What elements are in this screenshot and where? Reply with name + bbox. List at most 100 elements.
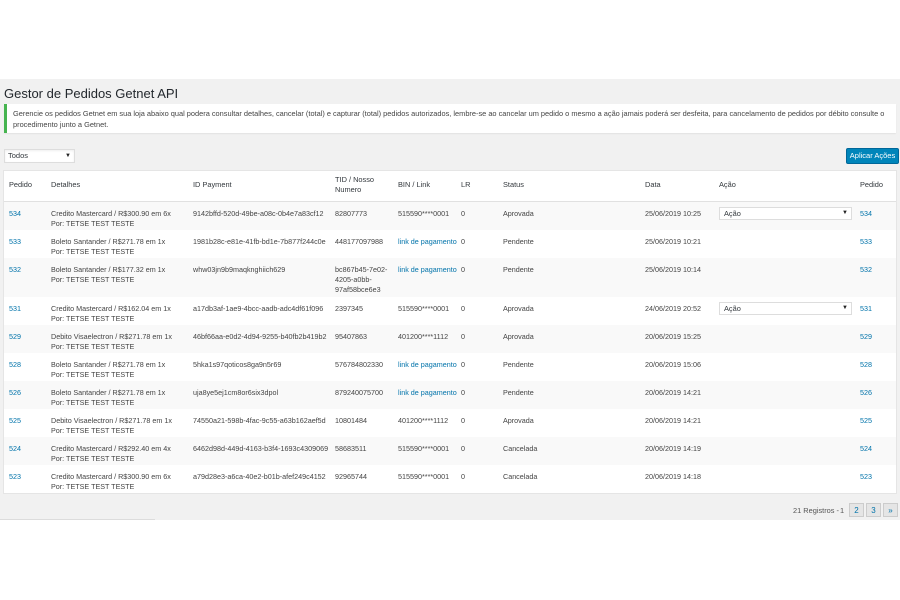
order-date: 25/06/2019 10:25 (645, 209, 701, 218)
bin-number: 515590****0001 (398, 444, 450, 453)
order-date: 25/06/2019 10:21 (645, 237, 701, 246)
order-id-link-right[interactable]: 529 (860, 332, 872, 342)
order-status: Aprovada (503, 416, 534, 425)
bin-number: 515590****0001 (398, 472, 450, 481)
order-id-link[interactable]: 533 (9, 237, 21, 247)
orders-table: Pedido Detalhes ID Payment TID / Nosso N… (3, 170, 897, 494)
notice-text: Gerencie os pedidos Getnet em sua loja a… (13, 109, 885, 129)
next-page-button[interactable]: » (883, 503, 898, 517)
order-id-link-right[interactable]: 524 (860, 444, 872, 454)
lr-code: 0 (461, 360, 465, 369)
payment-link[interactable]: link de pagamento (398, 265, 458, 275)
customer-name: Por: TETSE TEST TESTE (51, 342, 135, 351)
details-text: Credito Mastercard / R$300.90 em 6x (51, 472, 171, 481)
header-tid: TID / Nosso Numero (335, 175, 375, 194)
order-date: 24/06/2019 20:52 (645, 304, 701, 313)
order-status: Pendente (503, 388, 534, 397)
status-filter-select[interactable]: Todos ▼ (4, 149, 75, 163)
table-header: Pedido Detalhes ID Payment TID / Nosso N… (4, 171, 896, 202)
order-id-link[interactable]: 525 (9, 416, 21, 426)
order-id-link-right[interactable]: 525 (860, 416, 872, 426)
tid-number: 10801484 (335, 416, 367, 425)
payment-link[interactable]: link de pagamento (398, 237, 458, 247)
order-details: Credito Mastercard / R$292.40 em 4x Por: … (51, 444, 191, 464)
header-pedido-2: Pedido (860, 180, 884, 189)
order-status: Cancelada (503, 444, 538, 453)
order-id-link[interactable]: 528 (9, 360, 21, 370)
order-id-link-right[interactable]: 523 (860, 472, 872, 482)
table-row: 525 Debito Visaelectron / R$271.78 em 1x P… (4, 409, 896, 437)
order-date: 20/06/2019 14:21 (645, 416, 701, 425)
lr-code: 0 (461, 472, 465, 481)
order-id-link[interactable]: 531 (9, 304, 21, 314)
action-select[interactable]: Ação ▼ (719, 302, 852, 315)
payment-id: uja8ye5ej1cm8or6six3dpol (193, 388, 279, 397)
tid-number: 576784802330 (335, 360, 383, 369)
order-id-link-right[interactable]: 528 (860, 360, 872, 370)
order-id-link-right[interactable]: 531 (860, 304, 872, 314)
page-2-button[interactable]: 2 (849, 503, 864, 517)
customer-name: Por: TETSE TEST TESTE (51, 247, 135, 256)
tid-number: bc867b45-7e02-4205-a0bb-97af58bce6e3 (335, 265, 388, 294)
order-id-link-right[interactable]: 534 (860, 209, 872, 219)
lr-code: 0 (461, 444, 465, 453)
apply-actions-button[interactable]: Aplicar Ações (846, 148, 899, 164)
order-id-link[interactable]: 524 (9, 444, 21, 454)
customer-name: Por: TETSE TEST TESTE (51, 314, 135, 323)
order-id-link-right[interactable]: 532 (860, 265, 872, 275)
total-records: 21 Registros - (793, 506, 840, 515)
order-status: Cancelada (503, 472, 538, 481)
order-id-link-right[interactable]: 526 (860, 388, 872, 398)
order-id-link[interactable]: 526 (9, 388, 21, 398)
details-text: Credito Mastercard / R$162.04 em 1x (51, 304, 171, 313)
payment-id: 5hka1s97qoticos8ga9n5r69 (193, 360, 282, 369)
order-date: 25/06/2019 10:14 (645, 265, 701, 274)
header-pedido: Pedido (9, 180, 33, 189)
order-details: Debito Visaelectron / R$271.78 em 1x Por:… (51, 332, 191, 352)
order-details: Credito Mastercard / R$300.90 em 6x Por: … (51, 472, 191, 492)
customer-name: Por: TETSE TEST TESTE (51, 454, 135, 463)
table-row: 531 Credito Mastercard / R$162.04 em 1x Po… (4, 297, 896, 325)
order-status: Aprovada (503, 332, 534, 341)
lr-code: 0 (461, 388, 465, 397)
action-selected-value: Ação (724, 304, 741, 313)
header-lr: LR (461, 180, 471, 189)
header-id-payment: ID Payment (193, 180, 232, 189)
tid-number: 58683511 (335, 444, 367, 453)
order-id-link[interactable]: 523 (9, 472, 21, 482)
order-details: Credito Mastercard / R$162.04 em 1x Por: … (51, 304, 191, 324)
lr-code: 0 (461, 265, 465, 274)
order-status: Pendente (503, 237, 534, 246)
header-status: Status (503, 180, 524, 189)
details-text: Credito Mastercard / R$292.40 em 4x (51, 444, 171, 453)
action-select[interactable]: Ação ▼ (719, 207, 852, 220)
order-date: 20/06/2019 14:19 (645, 444, 701, 453)
customer-name: Por: TETSE TEST TESTE (51, 398, 135, 407)
dropdown-caret-icon: ▼ (65, 153, 71, 159)
order-id-link[interactable]: 529 (9, 332, 21, 342)
order-id-link-right[interactable]: 533 (860, 237, 872, 247)
dropdown-caret-icon: ▼ (842, 305, 848, 311)
header-data: Data (645, 180, 661, 189)
details-text: Boleto Santander / R$271.78 em 1x (51, 388, 166, 397)
tid-number: 879240075700 (335, 388, 383, 397)
bin-number: 515590****0001 (398, 304, 450, 313)
payment-link[interactable]: link de pagamento (398, 388, 458, 398)
order-id-link[interactable]: 532 (9, 265, 21, 275)
lr-code: 0 (461, 209, 465, 218)
order-details: Boleto Santander / R$177.32 em 1x Por: TE… (51, 265, 191, 285)
tid-number: 448177097988 (335, 237, 383, 246)
page-3-button[interactable]: 3 (866, 503, 881, 517)
header-detalhes: Detalhes (51, 180, 81, 189)
payment-id: whw03jn9b9maqknghiich629 (193, 265, 286, 274)
info-notice: Gerencie os pedidos Getnet em sua loja a… (4, 104, 896, 133)
details-text: Credito Mastercard / R$300.90 em 6x (51, 209, 171, 218)
table-body: 534 Credito Mastercard / R$300.90 em 6x Po… (4, 202, 896, 493)
order-details: Boleto Santander / R$271.78 em 1x Por: TE… (51, 388, 191, 408)
payment-id: 74550a21-598b-4fac-9c55-a63b162aef5d (193, 416, 326, 425)
table-row: 528 Boleto Santander / R$271.78 em 1x Por:… (4, 353, 896, 381)
order-date: 20/06/2019 14:21 (645, 388, 701, 397)
order-id-link[interactable]: 534 (9, 209, 21, 219)
payment-link[interactable]: link de pagamento (398, 360, 458, 370)
filter-selected-value: Todos (8, 151, 29, 160)
